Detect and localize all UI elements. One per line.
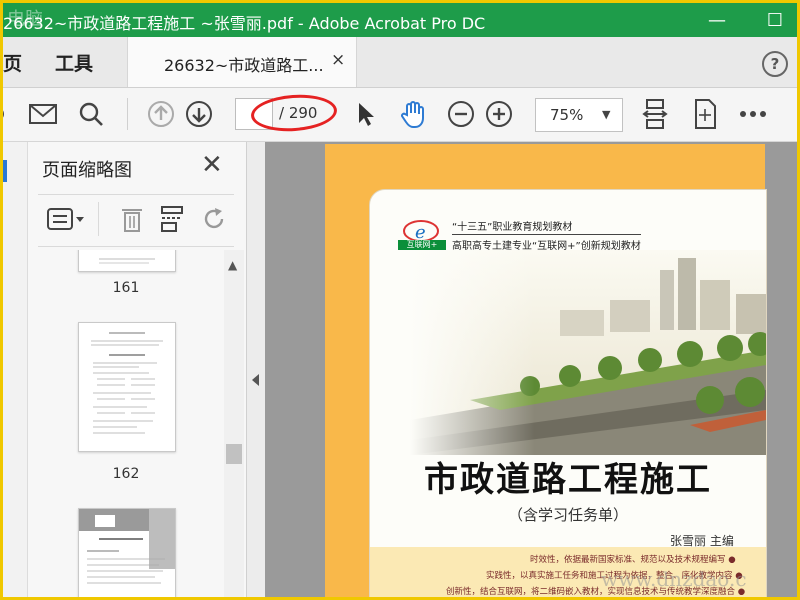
chevron-up-icon[interactable]: ▲ bbox=[228, 258, 237, 272]
series-line-1: “十三五”职业教育规划教材 bbox=[452, 222, 573, 233]
options-menu-icon[interactable] bbox=[46, 204, 86, 234]
fit-page-icon[interactable] bbox=[639, 98, 671, 130]
page-thumbnail[interactable] bbox=[78, 250, 176, 272]
watermark-logo: 电脑 bbox=[7, 9, 43, 30]
zoom-out-icon[interactable] bbox=[445, 98, 477, 130]
select-cursor-icon[interactable] bbox=[349, 98, 381, 130]
print-icon[interactable] bbox=[3, 98, 21, 130]
divider bbox=[38, 194, 234, 195]
book-title: 市政道路工程施工 bbox=[424, 460, 712, 500]
tab-close-button[interactable]: × bbox=[331, 50, 345, 70]
chevron-down-icon: ▼ bbox=[602, 108, 611, 121]
pdf-page: e 互联网+ “十三五”职业教育规划教材 高职高专土建专业“互联网+”创新规划教… bbox=[325, 144, 767, 597]
divider bbox=[98, 202, 99, 236]
divider bbox=[38, 246, 234, 247]
previous-page-icon[interactable] bbox=[145, 98, 177, 130]
page-thumbnail[interactable] bbox=[78, 322, 176, 452]
book-cover: e 互联网+ “十三五”职业教育规划教材 高职高专土建专业“互联网+”创新规划教… bbox=[369, 189, 767, 597]
logo-tag: 互联网+ bbox=[398, 240, 446, 250]
maximize-button[interactable]: ☐ bbox=[755, 5, 795, 35]
more-options-icon[interactable] bbox=[737, 98, 769, 130]
minimize-button[interactable]: — bbox=[697, 5, 737, 35]
panel-splitter[interactable] bbox=[246, 142, 265, 597]
zoom-in-icon[interactable] bbox=[483, 98, 515, 130]
tab-home[interactable]: 页 bbox=[3, 49, 22, 76]
collapse-arrow-icon[interactable] bbox=[252, 374, 259, 386]
tab-document[interactable]: 26632~市政道路工... × bbox=[127, 37, 357, 87]
thumbnail-page-number: 162 bbox=[112, 466, 140, 482]
toolbar: / 290 75% ▼ bbox=[3, 88, 797, 142]
zoom-value: 75% bbox=[550, 106, 584, 124]
hand-tool-icon[interactable] bbox=[397, 98, 429, 130]
book-subtitle: （含学习任务单） bbox=[507, 506, 628, 524]
window-title: 26632~市政道路工程施工 ~张雪丽.pdf - Adobe Acrobat … bbox=[3, 14, 486, 33]
thumbnail-scrollbar[interactable]: ▲ bbox=[224, 250, 244, 597]
search-icon[interactable] bbox=[75, 98, 107, 130]
tab-document-label: 26632~市政道路工... bbox=[164, 56, 324, 75]
site-watermark: www.dnzdao.c bbox=[601, 567, 747, 591]
cover-photo bbox=[410, 250, 766, 455]
scrollbar-thumb[interactable] bbox=[226, 444, 242, 464]
thumbnail-panel: 页面缩略图 ✕ 161 162 ▲ bbox=[28, 142, 246, 597]
blurb-line: 时效性，依据最新国家标准、规范以及技术规程编写 ● bbox=[530, 555, 736, 565]
title-bar: 26632~市政道路工程施工 ~张雪丽.pdf - Adobe Acrobat … bbox=[3, 3, 797, 37]
tab-bar: 页 工具 26632~市政道路工... × ? bbox=[3, 37, 797, 88]
delete-icon[interactable] bbox=[120, 204, 144, 234]
email-icon[interactable] bbox=[27, 98, 59, 130]
help-icon: ? bbox=[770, 55, 780, 73]
thumbnail-page-number: 161 bbox=[112, 280, 140, 296]
zoom-select[interactable]: 75% ▼ bbox=[535, 98, 623, 132]
document-view[interactable]: e 互联网+ “十三五”职业教育规划教材 高职高专土建专业“互联网+”创新规划教… bbox=[265, 142, 797, 597]
panel-title: 页面缩略图 bbox=[42, 160, 132, 181]
navigation-strip bbox=[3, 142, 28, 597]
active-indicator bbox=[3, 160, 7, 182]
rotate-icon[interactable] bbox=[202, 204, 228, 234]
extract-page-icon[interactable] bbox=[160, 204, 184, 234]
next-page-icon[interactable] bbox=[183, 98, 215, 130]
close-icon[interactable]: ✕ bbox=[201, 150, 223, 180]
full-screen-icon[interactable] bbox=[689, 98, 721, 130]
app-window: 26632~市政道路工程施工 ~张雪丽.pdf - Adobe Acrobat … bbox=[3, 3, 797, 597]
tab-tools[interactable]: 工具 bbox=[55, 49, 93, 76]
help-button[interactable]: ? bbox=[762, 51, 788, 77]
thumbnail-list: 161 162 bbox=[28, 250, 224, 597]
toolbar-divider bbox=[127, 98, 128, 130]
page-thumbnail[interactable] bbox=[78, 508, 176, 597]
